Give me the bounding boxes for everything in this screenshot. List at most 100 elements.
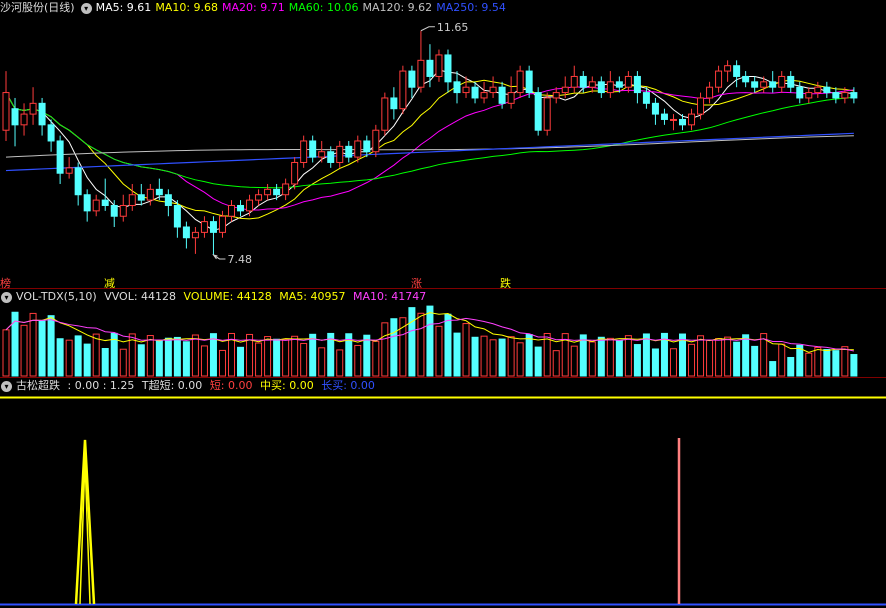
candle-body — [516, 70, 524, 94]
candle-body — [832, 92, 840, 99]
candle-body — [155, 188, 163, 196]
candle-body — [92, 199, 100, 212]
volume-bar — [264, 336, 272, 377]
candle-body — [354, 140, 362, 158]
candle-body — [805, 92, 813, 99]
volume-bar — [309, 333, 317, 377]
candle-body — [579, 75, 587, 88]
volume-bar — [273, 338, 281, 377]
volume-bar — [642, 333, 650, 377]
candle-body — [760, 81, 768, 88]
volume-bar — [282, 339, 290, 377]
candle-body — [173, 204, 181, 228]
candle-body — [146, 188, 154, 201]
candle-body — [706, 86, 714, 99]
candle-body — [453, 81, 461, 94]
candle-body — [444, 54, 452, 83]
candle-body — [300, 140, 308, 163]
volume-bar — [742, 334, 750, 377]
candle-body — [417, 59, 425, 88]
candle-body — [408, 70, 416, 88]
volume-bar — [724, 336, 732, 377]
volume-bar — [173, 336, 181, 377]
candle-body — [20, 113, 28, 126]
candle-body — [119, 204, 127, 217]
volume-bar — [291, 335, 299, 377]
candle-body — [273, 188, 281, 196]
volume-bar — [137, 344, 145, 377]
volume-bar — [823, 349, 831, 377]
candle-body — [372, 129, 380, 153]
volume-bar — [318, 347, 326, 377]
candle-body — [642, 92, 650, 104]
candle-body — [390, 97, 398, 110]
volume-bar — [47, 315, 55, 377]
volume-bar — [336, 349, 344, 377]
candle-body — [606, 81, 614, 94]
candle-body — [336, 145, 344, 163]
candle-body — [426, 59, 434, 77]
volume-bar — [850, 354, 858, 377]
candle-body — [228, 204, 235, 217]
volume-bar — [29, 312, 37, 377]
candle-body — [597, 81, 605, 94]
volume-bar — [372, 340, 380, 377]
volume-bar — [74, 335, 82, 377]
candle-body — [498, 86, 506, 104]
volume-bar — [715, 338, 723, 377]
candle-body — [615, 81, 623, 88]
volume-bar — [597, 336, 605, 377]
candle-body — [65, 167, 73, 174]
volume-bar — [733, 341, 741, 377]
volume-bar — [20, 324, 28, 377]
volume-bar — [453, 332, 461, 377]
candle-body — [74, 167, 82, 196]
volume-bar — [119, 348, 127, 377]
volume-bar — [624, 335, 632, 377]
candle-body — [814, 86, 822, 94]
candle-body — [291, 161, 299, 185]
volume-bar — [615, 340, 623, 377]
candle-body — [552, 92, 560, 99]
volume-bar — [534, 346, 542, 377]
candle-body — [796, 86, 804, 99]
volume-bar — [354, 344, 362, 377]
volume-bar — [651, 348, 659, 377]
volume-bar — [489, 339, 497, 377]
volume-bar — [787, 356, 795, 377]
volume-bar — [688, 343, 696, 377]
candle-body — [633, 75, 641, 94]
volume-bar — [814, 346, 822, 377]
candle-body — [435, 54, 443, 77]
candle-body — [588, 81, 596, 88]
volume-bar — [83, 343, 91, 377]
candle-body — [724, 65, 732, 72]
candle-body — [624, 75, 632, 88]
candle-body — [742, 75, 750, 83]
volume-bar — [56, 338, 64, 377]
low-price-label: 7.48 — [227, 253, 252, 266]
candle-body — [733, 65, 741, 77]
volume-bar — [471, 336, 479, 377]
candle-body — [787, 75, 795, 88]
candle-body — [769, 81, 777, 88]
candle-body — [327, 151, 335, 163]
volume-bar — [570, 345, 578, 377]
candle-body — [669, 118, 677, 121]
volume-bar — [146, 335, 154, 377]
volume-bar — [778, 343, 786, 377]
volume-bar — [426, 305, 434, 377]
volume-bar — [525, 334, 533, 377]
candle-body — [345, 145, 353, 158]
candle-body — [489, 86, 497, 94]
kline-chart[interactable]: 11.65 7.48 — [0, 0, 886, 608]
volume-bar — [796, 344, 804, 377]
candle-body — [191, 231, 199, 239]
candle-body — [534, 92, 542, 131]
candle-body — [56, 140, 64, 174]
candle-body — [2, 92, 10, 131]
candle-body — [525, 70, 533, 94]
volume-bar — [697, 335, 705, 377]
candle-body — [679, 118, 686, 126]
candle-body — [697, 97, 705, 115]
